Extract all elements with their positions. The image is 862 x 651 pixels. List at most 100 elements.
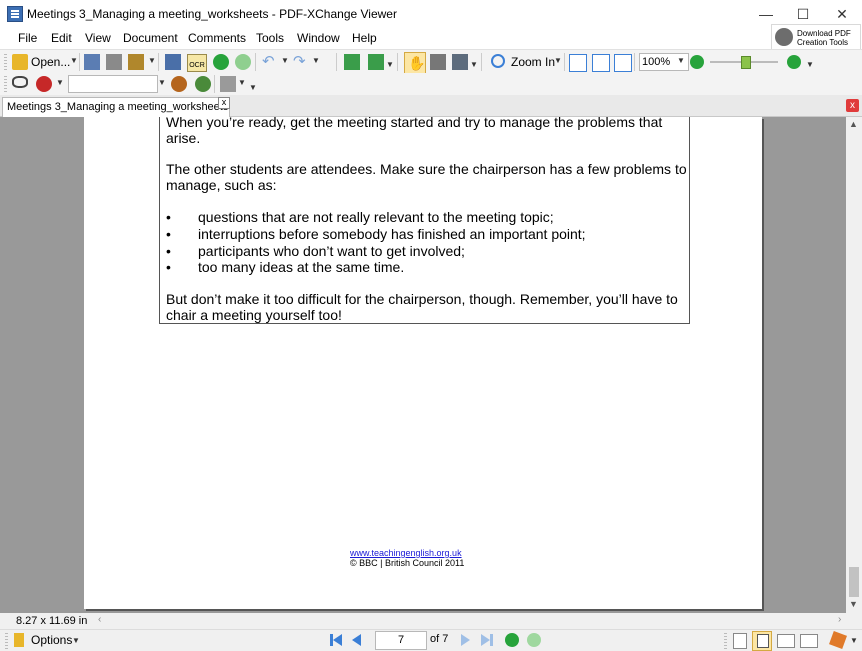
email-dropdown-arrow[interactable]: ▼ bbox=[148, 56, 156, 65]
open-button[interactable]: Open... bbox=[31, 55, 70, 69]
highlighter-icon[interactable] bbox=[220, 76, 236, 92]
secondary-toolbar: ▼ ▼ ▼ ▼ bbox=[0, 73, 862, 95]
download-pdf-tools-button[interactable]: Download PDF Creation Tools bbox=[771, 24, 861, 52]
scroll-up-arrow-icon[interactable]: ▲ bbox=[849, 119, 858, 129]
toolbar-separator bbox=[481, 53, 482, 71]
toolbar-separator bbox=[214, 75, 215, 93]
snapshot-camera-icon[interactable] bbox=[430, 54, 446, 70]
select-tool-icon[interactable] bbox=[452, 54, 468, 70]
select-dropdown-arrow[interactable]: ▼ bbox=[470, 60, 478, 69]
zoom-in-dropdown-arrow[interactable]: ▼ bbox=[554, 56, 562, 65]
menu-view[interactable]: View bbox=[85, 31, 111, 45]
fit-page-icon[interactable] bbox=[592, 54, 610, 72]
next-view-icon[interactable] bbox=[527, 633, 541, 647]
previous-page-icon[interactable] bbox=[352, 634, 361, 646]
menu-window[interactable]: Window bbox=[297, 31, 340, 45]
paragraph-2-line-1: The other students are attendees. Make s… bbox=[166, 161, 687, 177]
menu-file[interactable]: File bbox=[18, 31, 37, 45]
menu-document[interactable]: Document bbox=[123, 31, 178, 45]
ocr-icon[interactable]: OCR bbox=[187, 54, 207, 72]
undo-dropdown-arrow[interactable]: ▼ bbox=[281, 56, 289, 65]
zoom-in-button[interactable]: Zoom In bbox=[511, 55, 555, 69]
single-page-view-icon[interactable] bbox=[733, 633, 747, 649]
statusbar-grip[interactable] bbox=[5, 633, 8, 649]
bullet-item: interruptions before somebody has finish… bbox=[198, 226, 586, 242]
menu-tools[interactable]: Tools bbox=[256, 31, 284, 45]
statusbar-dropdown-arrow[interactable]: ▼ bbox=[850, 636, 858, 645]
redo-dropdown-arrow[interactable]: ▼ bbox=[312, 56, 320, 65]
footer-website-link[interactable]: www.teachingenglish.org.uk bbox=[350, 548, 462, 558]
search-highlight-icon[interactable] bbox=[36, 76, 52, 92]
zoom-level-dropdown-arrow[interactable]: ▼ bbox=[677, 56, 685, 65]
scan-icon[interactable] bbox=[165, 54, 181, 70]
pdf-xchange-app-icon[interactable] bbox=[7, 6, 23, 22]
footer-copyright: © BBC | British Council 2011 bbox=[350, 558, 465, 568]
back-arrow-icon[interactable] bbox=[213, 54, 229, 70]
print-icon[interactable] bbox=[106, 54, 122, 70]
pan-zoom-icon[interactable] bbox=[829, 631, 847, 649]
continuous-facing-view-icon[interactable] bbox=[800, 634, 818, 648]
statusbar-grip[interactable] bbox=[724, 633, 727, 649]
instructions-box: When you’re ready, get the meeting start… bbox=[159, 117, 690, 324]
options-dropdown-arrow[interactable]: ▼ bbox=[72, 636, 80, 645]
zoom-out-icon[interactable] bbox=[690, 55, 704, 69]
toolbar2-overflow-arrow[interactable]: ▼ bbox=[249, 83, 257, 92]
options-flag-icon[interactable] bbox=[14, 633, 24, 647]
paragraph-3-line-1: But don’t make it too difficult for the … bbox=[166, 291, 678, 307]
facing-view-icon[interactable] bbox=[777, 634, 795, 648]
toolbar-overflow-arrow[interactable]: ▼ bbox=[806, 60, 814, 69]
pdf-page: When you’re ready, get the meeting start… bbox=[84, 117, 762, 609]
scroll-down-arrow-icon[interactable]: ▼ bbox=[849, 599, 858, 609]
menu-help[interactable]: Help bbox=[352, 31, 377, 45]
scroll-right-arrow-icon[interactable]: › bbox=[838, 614, 841, 625]
zoom-in-plus-icon[interactable] bbox=[787, 55, 801, 69]
paragraph-2-line-2: manage, such as: bbox=[166, 177, 277, 193]
rotate-view-icon[interactable] bbox=[344, 54, 360, 70]
download-label: Download PDF Creation Tools bbox=[797, 29, 851, 47]
close-document-icon[interactable]: x bbox=[846, 99, 859, 112]
vertical-scrollbar[interactable]: ▲ ▼ bbox=[846, 117, 862, 613]
menu-comments[interactable]: Comments bbox=[188, 31, 246, 45]
menu-edit[interactable]: Edit bbox=[51, 31, 72, 45]
forward-arrow-icon[interactable] bbox=[235, 54, 251, 70]
toolbar-separator bbox=[79, 53, 80, 71]
first-page-icon[interactable] bbox=[333, 634, 342, 646]
bullet-item: participants who don’t want to get invol… bbox=[198, 243, 465, 259]
search-input[interactable] bbox=[68, 75, 158, 93]
highlighter-dropdown-arrow[interactable]: ▼ bbox=[238, 78, 246, 87]
fit-width-icon[interactable] bbox=[614, 54, 632, 72]
undo-icon[interactable]: ↶ bbox=[262, 54, 278, 70]
toolbar-separator bbox=[255, 53, 256, 71]
hand-tool-button[interactable]: ✋ bbox=[404, 52, 426, 74]
toolbar-separator bbox=[336, 53, 337, 71]
actual-size-icon[interactable] bbox=[569, 54, 587, 72]
document-tab[interactable]: Meetings 3_Managing a meeting_worksheets… bbox=[2, 97, 230, 117]
pages-dropdown-arrow[interactable]: ▼ bbox=[386, 60, 394, 69]
tab-close-icon[interactable]: x bbox=[218, 97, 230, 109]
search-input-dropdown-arrow[interactable]: ▼ bbox=[158, 78, 166, 87]
zoom-slider-thumb[interactable] bbox=[741, 56, 751, 69]
vertical-scrollbar-thumb[interactable] bbox=[849, 567, 859, 597]
document-viewport[interactable]: When you’re ready, get the meeting start… bbox=[0, 117, 846, 613]
open-folder-icon[interactable] bbox=[12, 54, 28, 70]
email-icon[interactable] bbox=[128, 54, 144, 70]
last-page-icon[interactable] bbox=[481, 634, 490, 646]
find-next-icon[interactable] bbox=[195, 76, 211, 92]
zoom-in-magnifier-icon[interactable] bbox=[491, 54, 505, 68]
previous-view-icon[interactable] bbox=[505, 633, 519, 647]
find-previous-icon[interactable] bbox=[171, 76, 187, 92]
search-mode-dropdown-arrow[interactable]: ▼ bbox=[56, 78, 64, 87]
page-number-input[interactable]: 7 bbox=[375, 631, 427, 650]
next-page-icon[interactable] bbox=[461, 634, 470, 646]
redo-icon[interactable]: ↷ bbox=[293, 54, 309, 70]
scroll-left-arrow-icon[interactable]: ‹ bbox=[98, 614, 101, 625]
find-binoculars-icon[interactable] bbox=[12, 76, 28, 88]
toolbar-separator bbox=[397, 53, 398, 71]
toolbar-grip[interactable] bbox=[4, 76, 7, 92]
toolbar-grip[interactable] bbox=[4, 54, 7, 70]
extract-pages-icon[interactable] bbox=[368, 54, 384, 70]
open-dropdown-arrow[interactable]: ▼ bbox=[70, 56, 78, 65]
options-button[interactable]: Options bbox=[31, 633, 72, 647]
continuous-view-button[interactable] bbox=[752, 631, 772, 651]
save-icon[interactable] bbox=[84, 54, 100, 70]
